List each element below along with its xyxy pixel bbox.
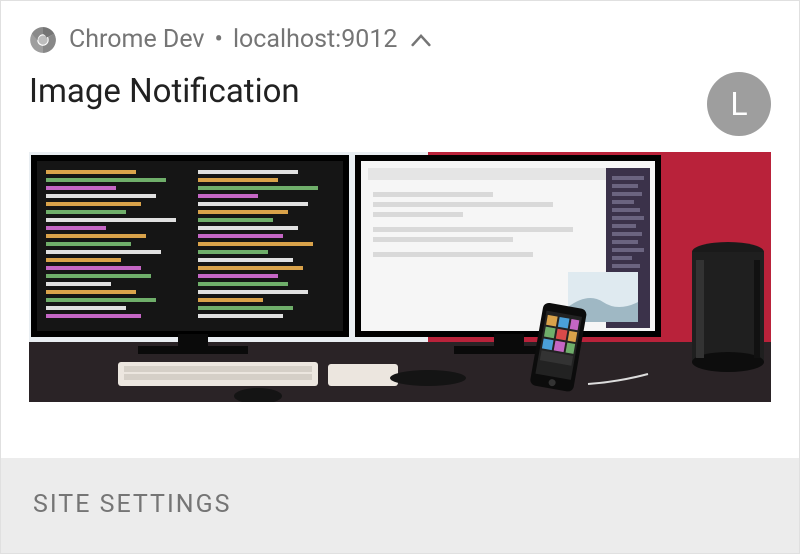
notification-card: Chrome Dev • localhost:9012 Image Notifi… xyxy=(1,1,799,553)
site-settings-button[interactable]: SITE SETTINGS xyxy=(33,490,231,519)
avatar: L xyxy=(707,72,771,136)
origin-host: localhost:9012 xyxy=(233,25,397,54)
notification-actions: SITE SETTINGS xyxy=(1,458,799,553)
avatar-letter: L xyxy=(730,85,747,123)
notification-source: Chrome Dev • localhost:9012 xyxy=(69,25,431,54)
separator-dot: • xyxy=(215,25,223,54)
notification-header: Chrome Dev • localhost:9012 xyxy=(1,1,799,64)
notification-title: Image Notification xyxy=(29,72,300,111)
notification-image-wrap xyxy=(1,152,799,430)
chrome-icon xyxy=(29,26,57,54)
notification-image xyxy=(29,152,771,402)
app-name: Chrome Dev xyxy=(69,25,205,54)
collapse-icon[interactable] xyxy=(411,25,431,54)
notification-title-row: Image Notification L xyxy=(1,64,799,152)
